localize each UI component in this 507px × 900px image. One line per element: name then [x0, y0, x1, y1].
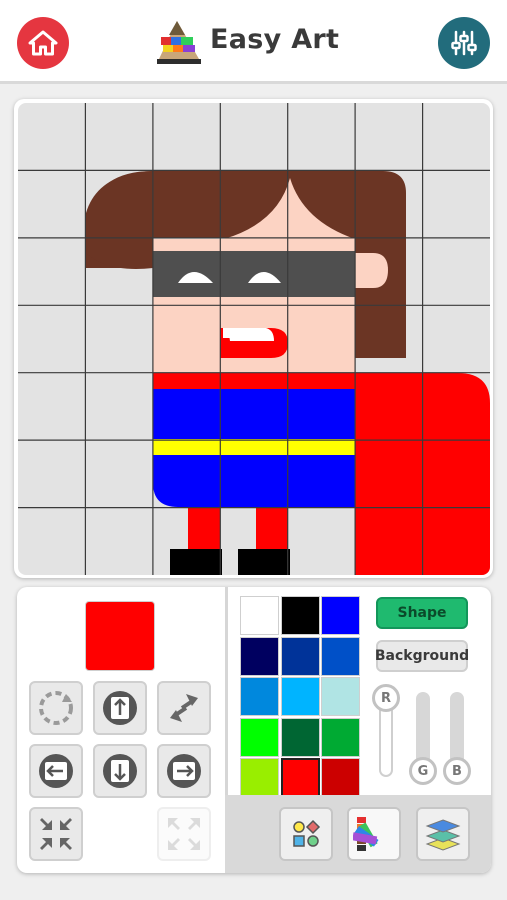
flip-button[interactable] — [157, 681, 211, 735]
color-swatch[interactable] — [240, 636, 279, 676]
color-swatch[interactable] — [280, 717, 320, 757]
rotate-icon — [39, 691, 73, 725]
leg-right — [256, 507, 288, 551]
leg-left — [188, 507, 220, 551]
color-swatch[interactable] — [280, 677, 320, 716]
color-swatch[interactable] — [321, 636, 360, 676]
color-swatch[interactable] — [321, 677, 360, 716]
expand-button[interactable] — [157, 807, 211, 861]
palette-icon — [353, 817, 379, 851]
green-slider-track[interactable] — [416, 692, 430, 767]
color-swatch[interactable] — [240, 758, 279, 797]
arrow-down-icon — [103, 754, 137, 788]
shrink-button[interactable] — [29, 807, 83, 861]
red-slider-knob[interactable]: R — [372, 684, 400, 712]
ear — [355, 253, 388, 288]
shoe-left — [170, 549, 222, 575]
shapes-button[interactable] — [279, 807, 333, 861]
color-swatch[interactable] — [321, 596, 360, 635]
home-button[interactable] — [17, 17, 69, 69]
color-swatch[interactable] — [280, 758, 320, 797]
mask — [153, 251, 355, 297]
arrow-right-icon — [167, 754, 201, 788]
hair-side-right — [355, 293, 406, 358]
home-icon — [28, 30, 58, 56]
move-left-button[interactable] — [29, 744, 83, 798]
background-mode-button[interactable]: Background — [375, 640, 469, 672]
color-swatch[interactable] — [321, 717, 360, 757]
green-slider-knob[interactable]: G — [409, 757, 437, 785]
app-logo — [157, 21, 201, 64]
layers-icon — [425, 819, 461, 851]
blue-slider-track[interactable] — [450, 692, 464, 767]
drawing-grid[interactable] — [18, 103, 490, 575]
color-swatch[interactable] — [240, 717, 279, 757]
color-swatch[interactable] — [321, 758, 360, 797]
app-header: Easy Art — [0, 0, 507, 84]
pixel-art — [18, 103, 490, 575]
shape-mode-button[interactable]: Shape — [376, 597, 468, 629]
tool-panel: Shape Background R G B — [17, 587, 491, 873]
settings-button[interactable] — [438, 17, 490, 69]
arrow-up-icon — [103, 691, 137, 725]
bottom-toolbar — [225, 795, 491, 873]
arrow-left-icon — [39, 754, 73, 788]
current-shape-preview — [85, 601, 155, 671]
move-up-button[interactable] — [93, 681, 147, 735]
app-title: Easy Art — [210, 24, 340, 55]
layers-button[interactable] — [416, 807, 470, 861]
move-right-button[interactable] — [157, 744, 211, 798]
shapes-icon — [293, 819, 321, 847]
shrink-icon — [40, 818, 72, 850]
color-swatch[interactable] — [240, 596, 279, 635]
color-swatch[interactable] — [280, 636, 320, 676]
color-palette — [240, 596, 360, 797]
belt — [153, 439, 355, 455]
color-swatch[interactable] — [240, 677, 279, 716]
suit-top — [153, 373, 355, 389]
blue-slider-knob[interactable]: B — [443, 757, 471, 785]
expand-icon — [168, 818, 200, 850]
move-down-button[interactable] — [93, 744, 147, 798]
sliders-icon — [451, 30, 477, 56]
color-swatch[interactable] — [280, 596, 320, 635]
swap-arrows-icon — [170, 694, 198, 722]
shoe-right — [238, 549, 290, 575]
rotate-button[interactable] — [29, 681, 83, 735]
palette-button[interactable] — [347, 807, 401, 861]
